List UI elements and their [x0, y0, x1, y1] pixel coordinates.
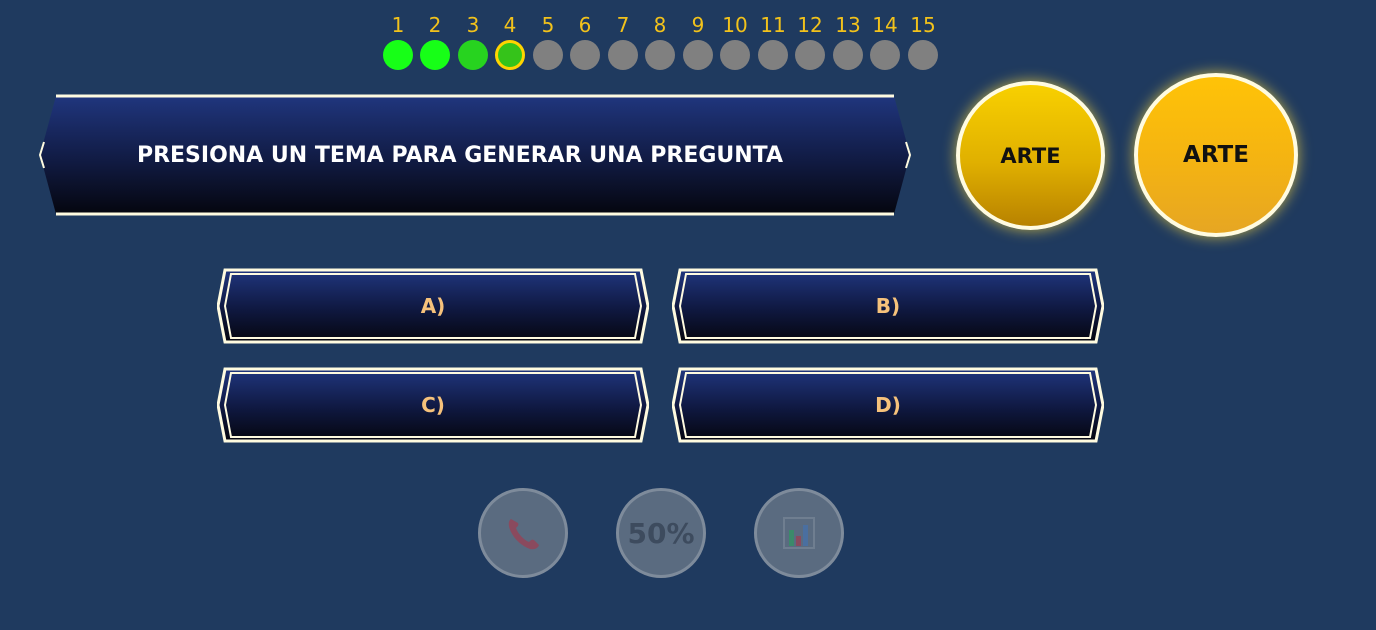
step-number: 13 — [835, 13, 861, 37]
step-number: 12 — [797, 13, 823, 37]
step-indicator-complete — [458, 40, 488, 70]
step-indicator-pending — [833, 40, 863, 70]
progress-ladder: 1 2 3 4 5 6 7 8 9 10 11 12 13 14 15 — [380, 10, 942, 76]
step-number: 11 — [760, 13, 786, 37]
answer-a-button[interactable]: A) — [217, 268, 649, 344]
step-number: 6 — [578, 13, 592, 37]
step-number: 7 — [616, 13, 630, 37]
step-12: 12 — [795, 10, 825, 70]
step-10: 10 — [720, 10, 750, 70]
step-indicator-pending — [795, 40, 825, 70]
step-7: 7 — [608, 10, 638, 70]
step-indicator-complete — [420, 40, 450, 70]
question-text: PRESIONA UN TEMA PARA GENERAR UNA PREGUN… — [136, 142, 784, 168]
answer-b-button[interactable]: B) — [672, 268, 1104, 344]
answer-c-button[interactable]: C) — [217, 367, 649, 443]
step-indicator-pending — [570, 40, 600, 70]
step-indicator-current — [495, 40, 525, 70]
step-number: 10 — [722, 13, 748, 37]
step-indicator-complete — [383, 40, 413, 70]
step-indicator-pending — [720, 40, 750, 70]
bar-chart-icon — [783, 517, 815, 549]
step-indicator-pending — [645, 40, 675, 70]
step-4: 4 — [495, 10, 525, 70]
answer-d-label: D) — [875, 393, 901, 417]
step-13: 13 — [833, 10, 863, 70]
step-indicator-pending — [533, 40, 563, 70]
step-1: 1 — [383, 10, 413, 70]
step-number: 14 — [872, 13, 898, 37]
ask-audience-button[interactable] — [754, 488, 844, 578]
phone-a-friend-button[interactable] — [478, 488, 568, 578]
step-14: 14 — [870, 10, 900, 70]
step-2: 2 — [420, 10, 450, 70]
fifty-fifty-label: 50% — [627, 516, 695, 550]
step-indicator-pending — [758, 40, 788, 70]
answer-a-label: A) — [420, 294, 446, 318]
step-indicator-pending — [870, 40, 900, 70]
step-number: 2 — [428, 13, 442, 37]
answer-c-label: C) — [421, 393, 445, 417]
fifty-fifty-button[interactable]: 50% — [616, 488, 706, 578]
step-number: 8 — [653, 13, 667, 37]
question-banner: PRESIONA UN TEMA PARA GENERAR UNA PREGUN… — [38, 94, 912, 216]
step-8: 8 — [645, 10, 675, 70]
step-number: 1 — [391, 13, 405, 37]
step-5: 5 — [533, 10, 563, 70]
step-11: 11 — [758, 10, 788, 70]
step-number: 15 — [910, 13, 936, 37]
step-number: 9 — [691, 13, 705, 37]
step-number: 5 — [541, 13, 555, 37]
step-number: 4 — [503, 13, 517, 37]
step-number: 3 — [466, 13, 480, 37]
step-indicator-pending — [683, 40, 713, 70]
answer-b-label: B) — [875, 294, 901, 318]
step-9: 9 — [683, 10, 713, 70]
topic-button-arte-selected[interactable]: ARTE — [1134, 73, 1298, 237]
answer-d-button[interactable]: D) — [672, 367, 1104, 443]
phone-icon — [508, 519, 539, 550]
step-indicator-pending — [608, 40, 638, 70]
step-indicator-pending — [908, 40, 938, 70]
step-15: 15 — [908, 10, 938, 70]
step-3: 3 — [458, 10, 488, 70]
topic-button-arte[interactable]: ARTE — [956, 81, 1105, 230]
step-6: 6 — [570, 10, 600, 70]
